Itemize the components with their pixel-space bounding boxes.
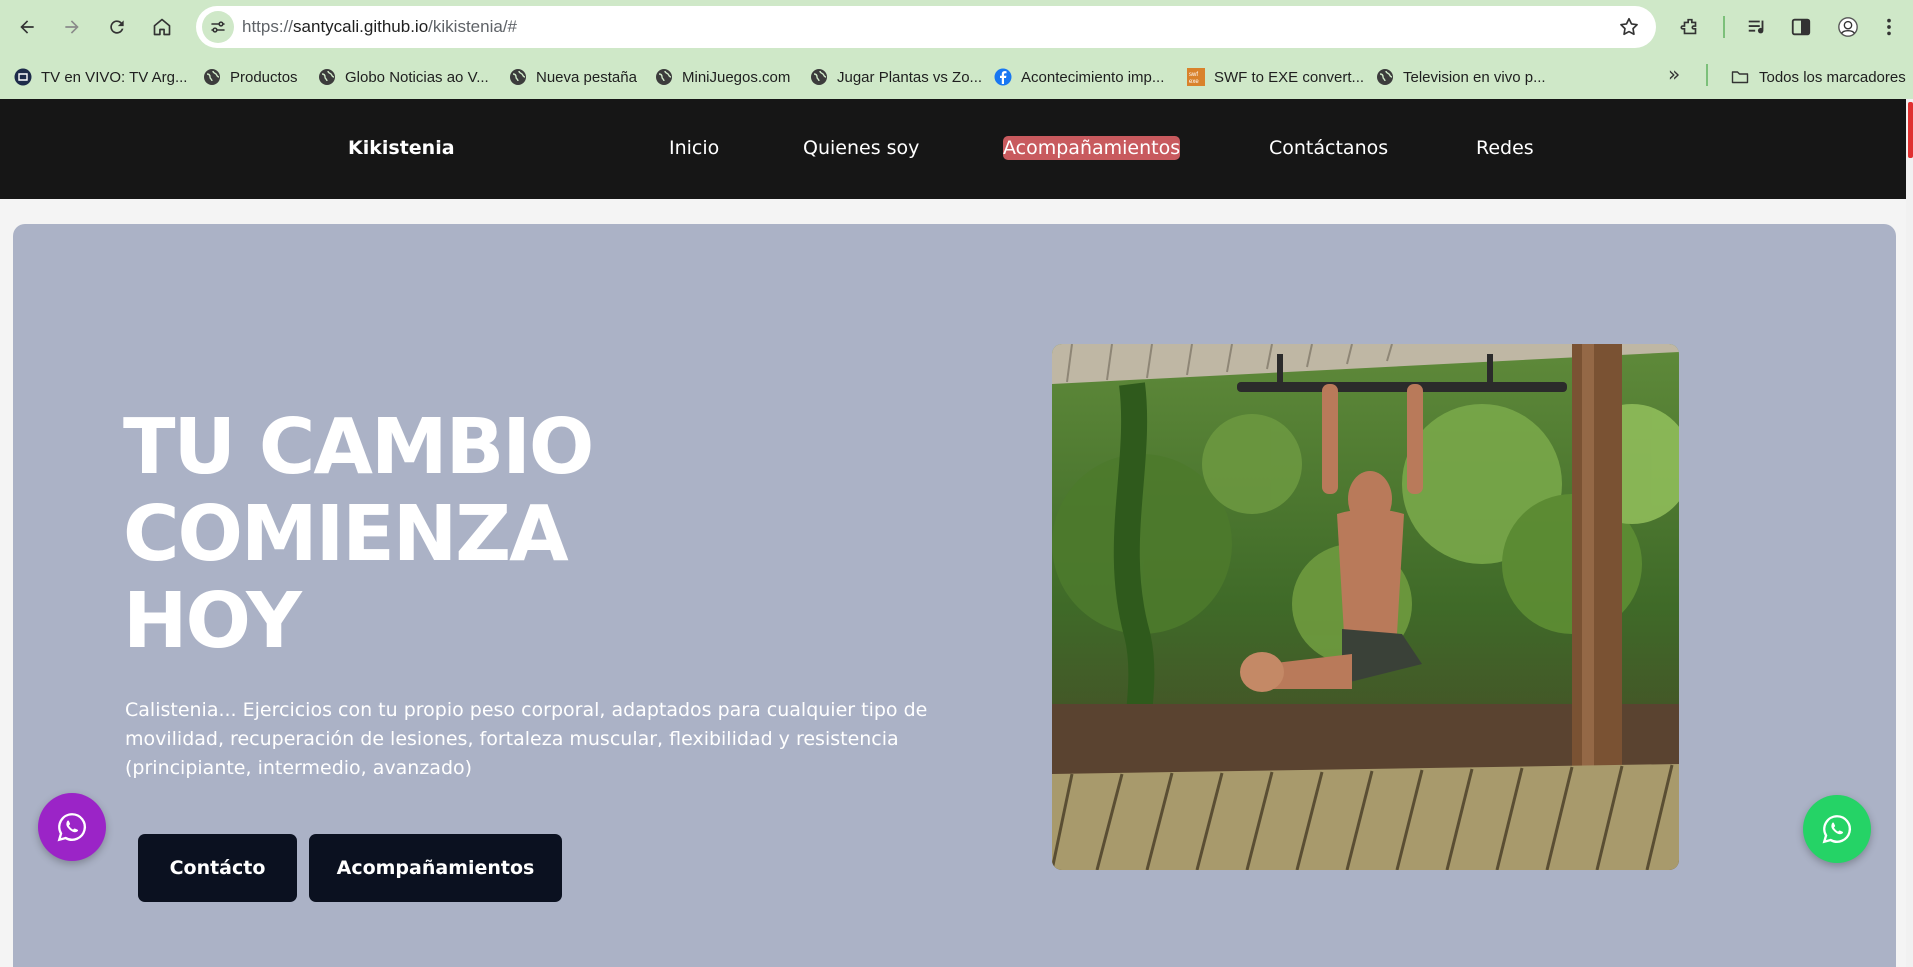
bookmark-label: SWF to EXE convert... [1214, 68, 1365, 86]
nav-link-acompanamientos[interactable]: Acompañamientos [1003, 136, 1181, 160]
swf-favicon: swfexe [1187, 68, 1205, 86]
tv-favicon [14, 68, 32, 86]
bookmark-item[interactable]: Acontecimiento imp... [994, 64, 1164, 90]
url-text[interactable]: https://santycali.github.io/kikistenia/# [242, 17, 517, 37]
nav-link-quienes-soy[interactable]: Quienes soy [803, 137, 919, 159]
bookmark-label: Globo Noticias ao V... [345, 68, 489, 86]
back-button[interactable] [10, 10, 44, 44]
url-host: santycali.github.io [293, 17, 429, 36]
globe-favicon [811, 69, 827, 85]
browser-toolbar: https://santycali.github.io/kikistenia/# [0, 0, 1913, 54]
globe-favicon [204, 69, 220, 85]
bookmark-item[interactable]: swf exe SWF to EXE convert... [1187, 64, 1364, 90]
bookmark-label: Nueva pestaña [536, 68, 637, 86]
bookmarks-divider [1706, 64, 1708, 86]
contact-button[interactable]: Contácto [138, 834, 297, 902]
site-info-icon [211, 21, 225, 33]
home-icon [153, 18, 171, 36]
extensions-icon [1680, 18, 1697, 35]
media-button[interactable] [1742, 12, 1772, 42]
url-path: /kikistenia/# [428, 17, 517, 36]
profile-icon [1838, 17, 1858, 37]
home-button[interactable] [145, 10, 179, 44]
forward-button[interactable] [55, 10, 89, 44]
globe-favicon [1377, 69, 1393, 85]
bookmark-label: Television en vivo p... [1403, 68, 1546, 86]
reload-button[interactable] [100, 10, 134, 44]
bookmark-label: Productos [230, 68, 298, 86]
hero-photo [1052, 344, 1679, 870]
whatsapp-icon [1822, 815, 1852, 844]
globe-favicon [319, 69, 335, 85]
star-icon[interactable] [1618, 16, 1640, 38]
folder-icon [1731, 71, 1749, 84]
bookmark-item[interactable]: Television en vivo p... [1376, 64, 1546, 90]
address-bar[interactable]: https://santycali.github.io/kikistenia/# [196, 6, 1656, 48]
page-scrollbar[interactable] [1906, 99, 1913, 967]
hero-section: TU CAMBIO COMIENZA HOY Calistenia... Eje… [13, 224, 1896, 967]
browser-menu-button[interactable] [1876, 12, 1902, 42]
hero-title-line: TU CAMBIO [123, 403, 594, 492]
bookmark-label: Jugar Plantas vs Zo... [837, 68, 983, 86]
bookmarks-bar: TV en VIVO: TV Arg... Productos Globo No… [0, 54, 1913, 99]
all-bookmarks-label: Todos los marcadores [1759, 68, 1906, 86]
bookmarks-overflow-chevron-icon[interactable]: » [1668, 62, 1680, 86]
side-panel-icon [1791, 18, 1811, 36]
extensions-button[interactable] [1675, 12, 1705, 42]
bookmark-label: MiniJuegos.com [682, 68, 791, 86]
site-info-button[interactable] [202, 11, 234, 43]
hero-description: Calistenia... Ejercicios con tu propio p… [125, 699, 928, 779]
reload-icon [110, 20, 124, 34]
bookmark-item[interactable]: Globo Noticias ao V... [318, 64, 489, 90]
toolbar-divider [1723, 16, 1725, 38]
menu-icon [1887, 18, 1891, 36]
bookmark-item[interactable]: Productos [203, 64, 298, 90]
svg-text:exe: exe [1189, 79, 1199, 85]
nav-link-contactanos[interactable]: Contáctanos [1269, 137, 1388, 159]
acompanamientos-button[interactable]: Acompañamientos [309, 834, 562, 902]
globe-favicon [656, 69, 672, 85]
page-scrollbar-thumb[interactable] [1908, 102, 1913, 158]
whatsapp-button-right[interactable] [1803, 795, 1871, 863]
whatsapp-button-left[interactable] [38, 793, 106, 861]
all-bookmarks[interactable]: Todos los marcadores [1730, 64, 1906, 90]
hero-title-line: HOY [123, 577, 302, 666]
nav-link-redes[interactable]: Redes [1476, 137, 1534, 159]
nav-link-inicio[interactable]: Inicio [669, 137, 719, 159]
hero-title-line: COMIENZA [123, 490, 569, 579]
side-panel-button[interactable] [1786, 12, 1816, 42]
svg-text:swf: swf [1189, 72, 1198, 78]
url-scheme: https:// [242, 17, 294, 36]
forward-icon [65, 20, 79, 34]
bookmark-label: TV en VIVO: TV Arg... [41, 68, 188, 86]
bookmark-label: Acontecimiento imp... [1021, 68, 1165, 86]
profile-button[interactable] [1832, 12, 1864, 42]
media-icon [1748, 20, 1764, 34]
site-brand[interactable]: Kikistenia [348, 137, 455, 159]
bookmark-item[interactable]: TV en VIVO: TV Arg... [14, 64, 187, 90]
bookmark-item[interactable]: MiniJuegos.com [655, 64, 790, 90]
back-icon [20, 20, 34, 34]
hero-title: TU CAMBIO COMIENZA HOY [123, 404, 823, 665]
whatsapp-icon [57, 813, 87, 842]
bookmark-item[interactable]: Jugar Plantas vs Zo... [810, 64, 982, 90]
bookmark-item[interactable]: Nueva pestaña [509, 64, 637, 90]
globe-favicon [510, 69, 526, 85]
facebook-favicon [994, 68, 1012, 86]
site-navbar: Kikistenia Inicio Quienes soy Acompañami… [0, 99, 1906, 199]
